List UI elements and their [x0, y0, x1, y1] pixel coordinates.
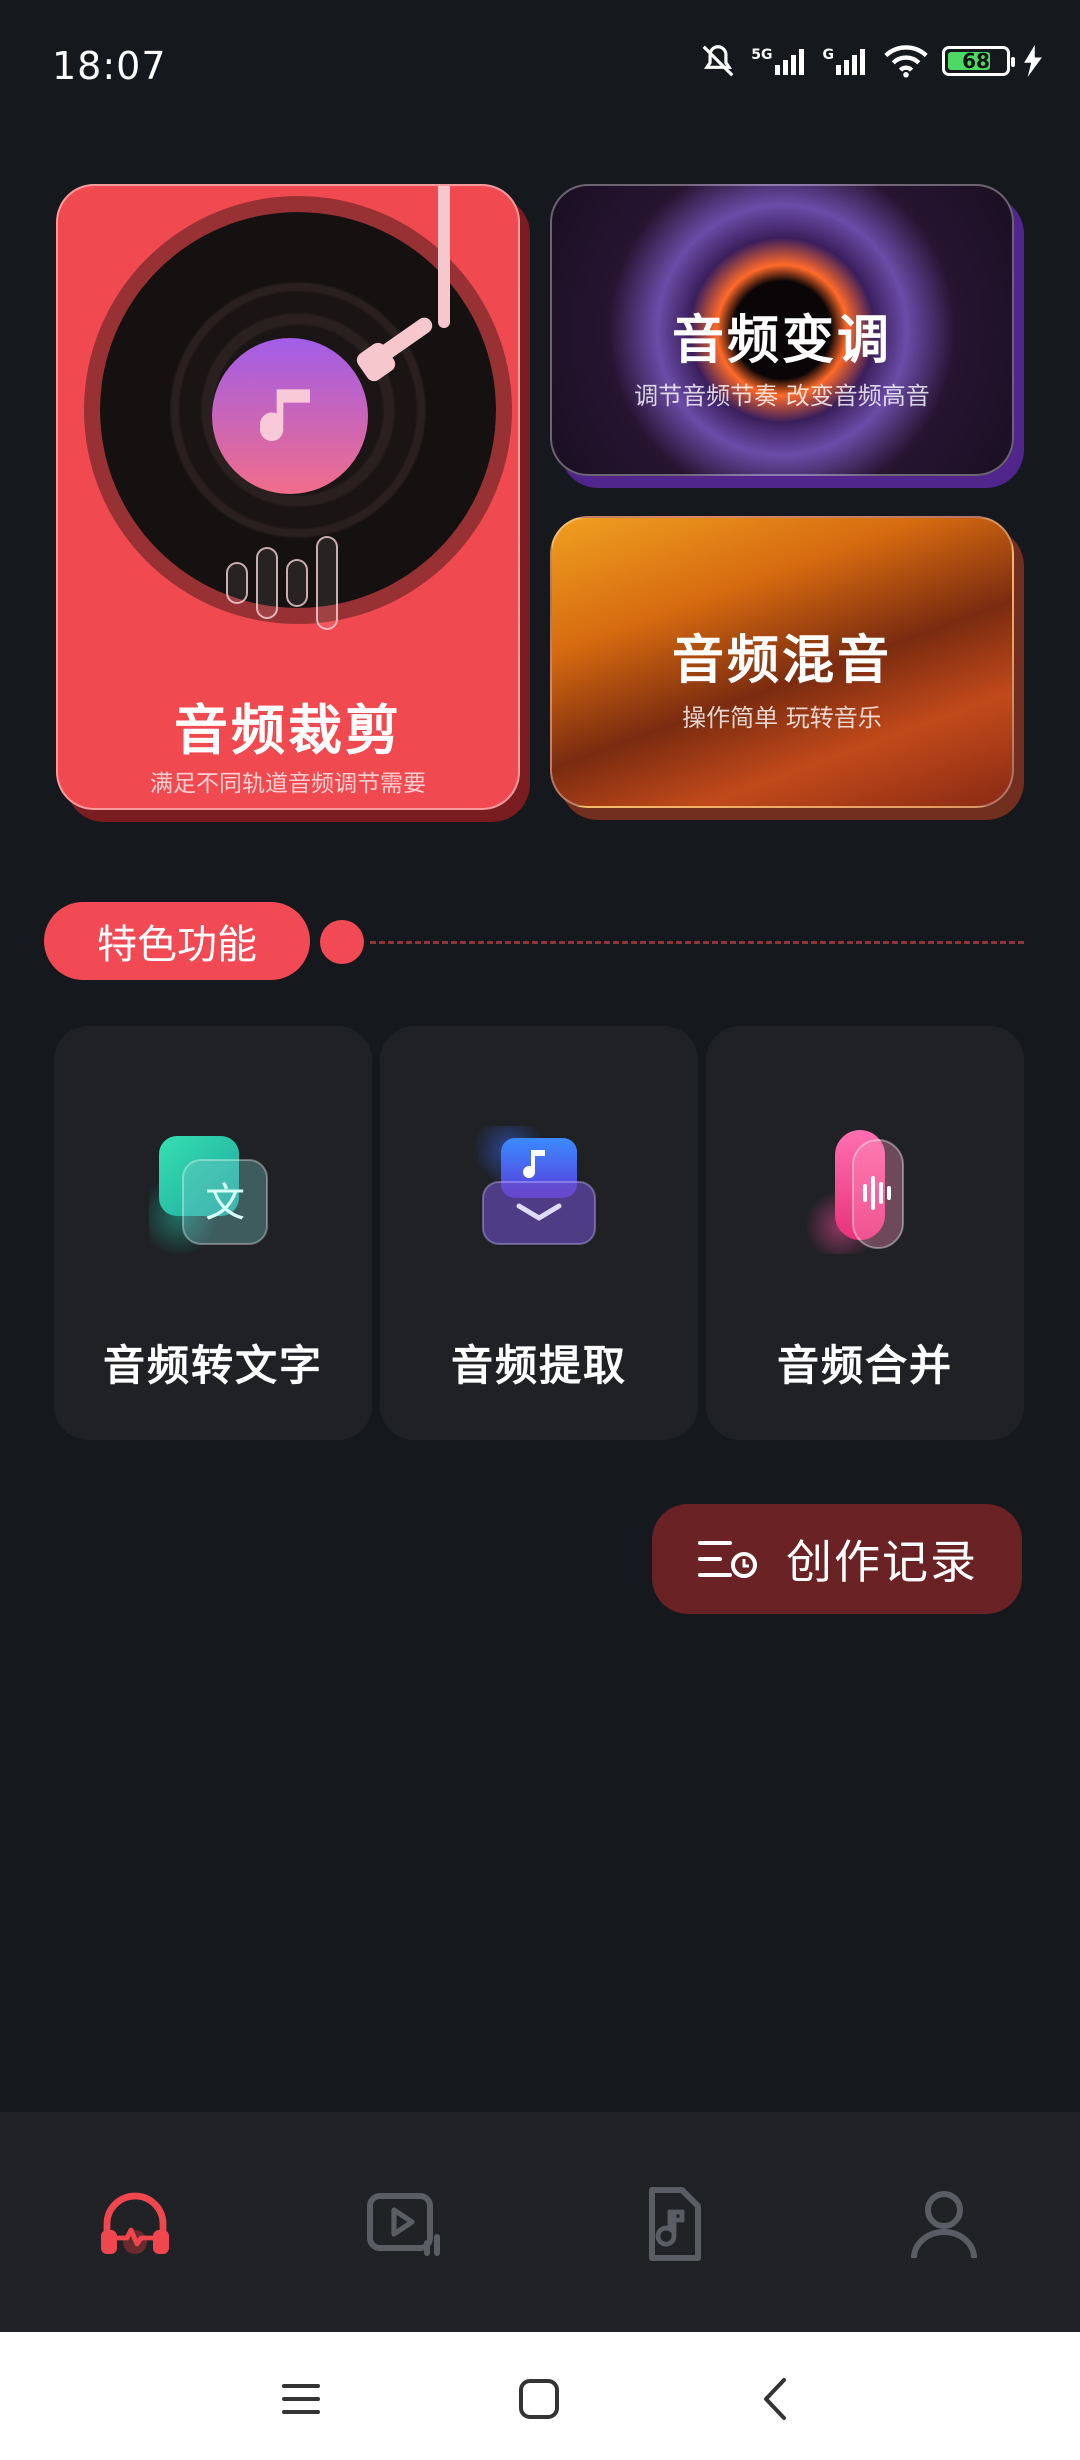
battery-icon: 68	[942, 46, 1015, 76]
signal-bars-icon	[836, 49, 865, 75]
status-time: 18:07	[52, 44, 167, 88]
audio-extract-button[interactable]: 音频提取	[380, 1026, 698, 1440]
audio-pitch-subtitle: 调节音频节奏 改变音频高音	[634, 382, 930, 410]
video-audio-icon	[367, 2193, 440, 2256]
audio-pitch-card[interactable]: 音频变调 调节音频节奏 改变音频高音	[550, 184, 1014, 476]
battery-level: 68	[962, 49, 990, 73]
charging-icon	[1024, 45, 1042, 77]
audio-cut-title: 音频裁剪	[174, 699, 402, 762]
audio-extract-label: 音频提取	[450, 1341, 627, 1390]
status-icons: 5G G 68	[699, 42, 1042, 80]
section-divider	[370, 941, 1024, 944]
creation-history-label: 创作记录	[786, 1535, 978, 1589]
svg-text:文: 文	[205, 1180, 245, 1226]
audio-merge-label: 音频合并	[776, 1341, 953, 1390]
audio-cut-subtitle: 满足不同轨道音频调节需要	[150, 771, 426, 797]
profile-icon	[911, 2191, 977, 2259]
tab-profile[interactable]	[904, 2184, 984, 2264]
audio-extract-icon	[475, 1126, 596, 1245]
audio-mix-card[interactable]: 音频混音 操作简单 玩转音乐	[550, 516, 1014, 808]
audio-mix-title: 音频混音	[671, 631, 892, 691]
section-title: 特色功能	[44, 902, 310, 980]
music-note-icon	[212, 338, 368, 494]
tab-video[interactable]	[364, 2184, 444, 2264]
audio-merge-button[interactable]: 音频合并	[706, 1026, 1024, 1440]
network-type-1: 5G	[751, 47, 773, 63]
tonearm	[438, 186, 450, 328]
signal-bars-icon	[774, 49, 804, 75]
tab-home[interactable]	[95, 2184, 175, 2264]
audio-mix-subtitle: 操作简单 玩转音乐	[682, 704, 882, 732]
silent-bell-icon	[702, 45, 734, 77]
section-dot	[320, 920, 364, 964]
status-bar: 18:07 5G G 68	[0, 0, 1080, 140]
audio-pitch-title: 音频变调	[671, 311, 892, 371]
headphones-icon	[101, 2192, 169, 2254]
menu-icon[interactable]	[276, 2374, 326, 2424]
system-navigation-bar	[0, 2332, 1080, 2460]
wifi-icon	[884, 45, 928, 78]
music-file-icon	[649, 2187, 701, 2261]
network-type-2: G	[822, 47, 835, 63]
home-icon[interactable]	[514, 2374, 564, 2424]
audio-to-text-button[interactable]: 文 音频转文字	[54, 1026, 372, 1440]
creation-history-button[interactable]: 创作记录	[652, 1504, 1022, 1614]
tab-files[interactable]	[634, 2184, 714, 2264]
speech-to-text-icon: 文	[149, 1136, 268, 1254]
audio-merge-icon	[805, 1130, 904, 1254]
bottom-tab-bar	[0, 2112, 1080, 2332]
signal-1: 5G	[751, 47, 808, 75]
waveform-icon	[226, 536, 338, 630]
back-icon[interactable]	[752, 2374, 802, 2424]
audio-to-text-label: 音频转文字	[102, 1341, 323, 1390]
history-list-icon	[698, 1541, 757, 1578]
audio-cut-card[interactable]: 音频裁剪 满足不同轨道音频调节需要	[56, 184, 520, 810]
signal-2: G	[823, 47, 871, 75]
